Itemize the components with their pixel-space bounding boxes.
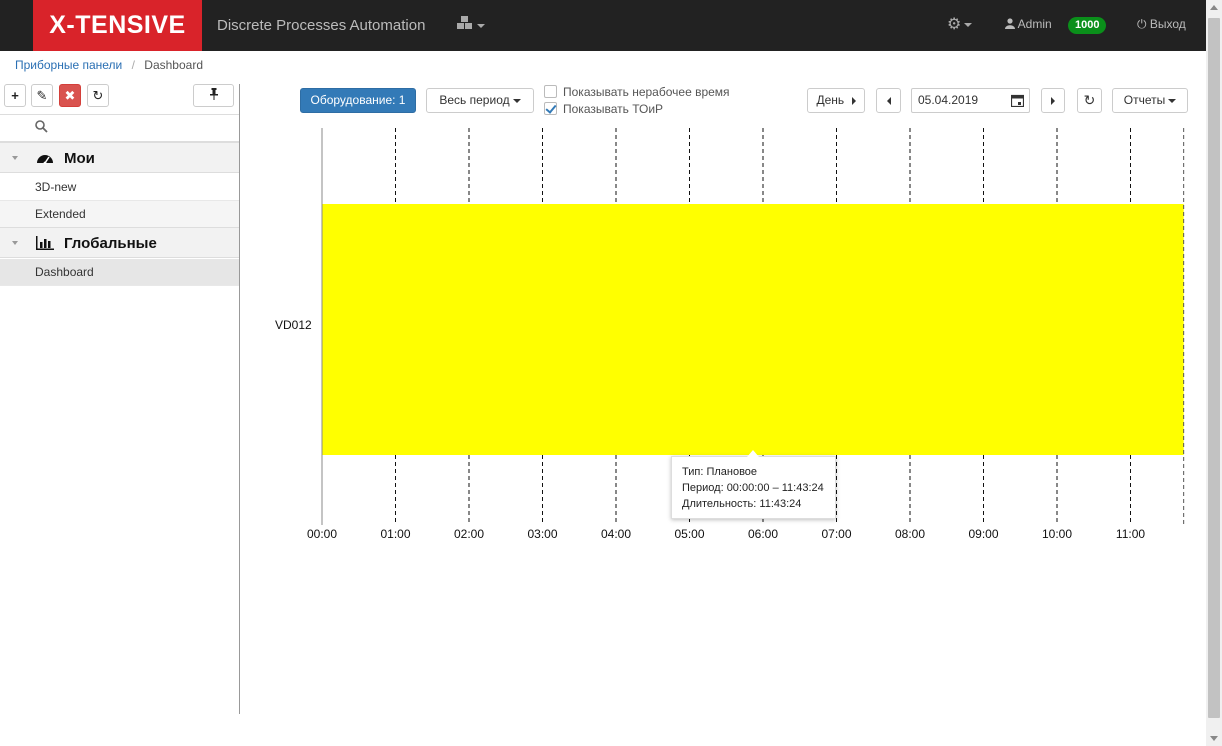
tooltip-period: Период: 00:00:00 – 11:43:24 <box>682 482 824 494</box>
timeline-chart: 00:00 01:00 02:00 03:00 04:00 05:00 06:00 07:00… <box>307 128 1185 541</box>
x-tick-label: 04:00 <box>601 527 631 541</box>
x-tick-label: 00:00 <box>307 527 337 541</box>
tooltip-type: Тип: Плановое <box>682 466 758 478</box>
x-tick-label: 01:00 <box>380 527 410 541</box>
x-tick-label: 02:00 <box>454 527 484 541</box>
x-tick-label: 10:00 <box>1042 527 1072 541</box>
x-tick-label: 09:00 <box>968 527 998 541</box>
tooltip-duration: Длительность: 11:43:24 <box>682 498 802 510</box>
segment-tooltip: Тип: Плановое Период: 00:00:00 – 11:43:2… <box>671 450 836 519</box>
row-label: VD012 <box>275 318 312 332</box>
x-tick-label: 08:00 <box>895 527 925 541</box>
x-tick-label: 11:00 <box>1116 527 1145 541</box>
x-tick-label: 05:00 <box>674 527 704 541</box>
x-tick-label: 03:00 <box>527 527 557 541</box>
x-tick-label: 06:00 <box>748 527 778 541</box>
x-tick-label: 07:00 <box>821 527 851 541</box>
timeline-segment[interactable] <box>322 204 1184 455</box>
scroll-down-icon[interactable] <box>1210 736 1218 741</box>
